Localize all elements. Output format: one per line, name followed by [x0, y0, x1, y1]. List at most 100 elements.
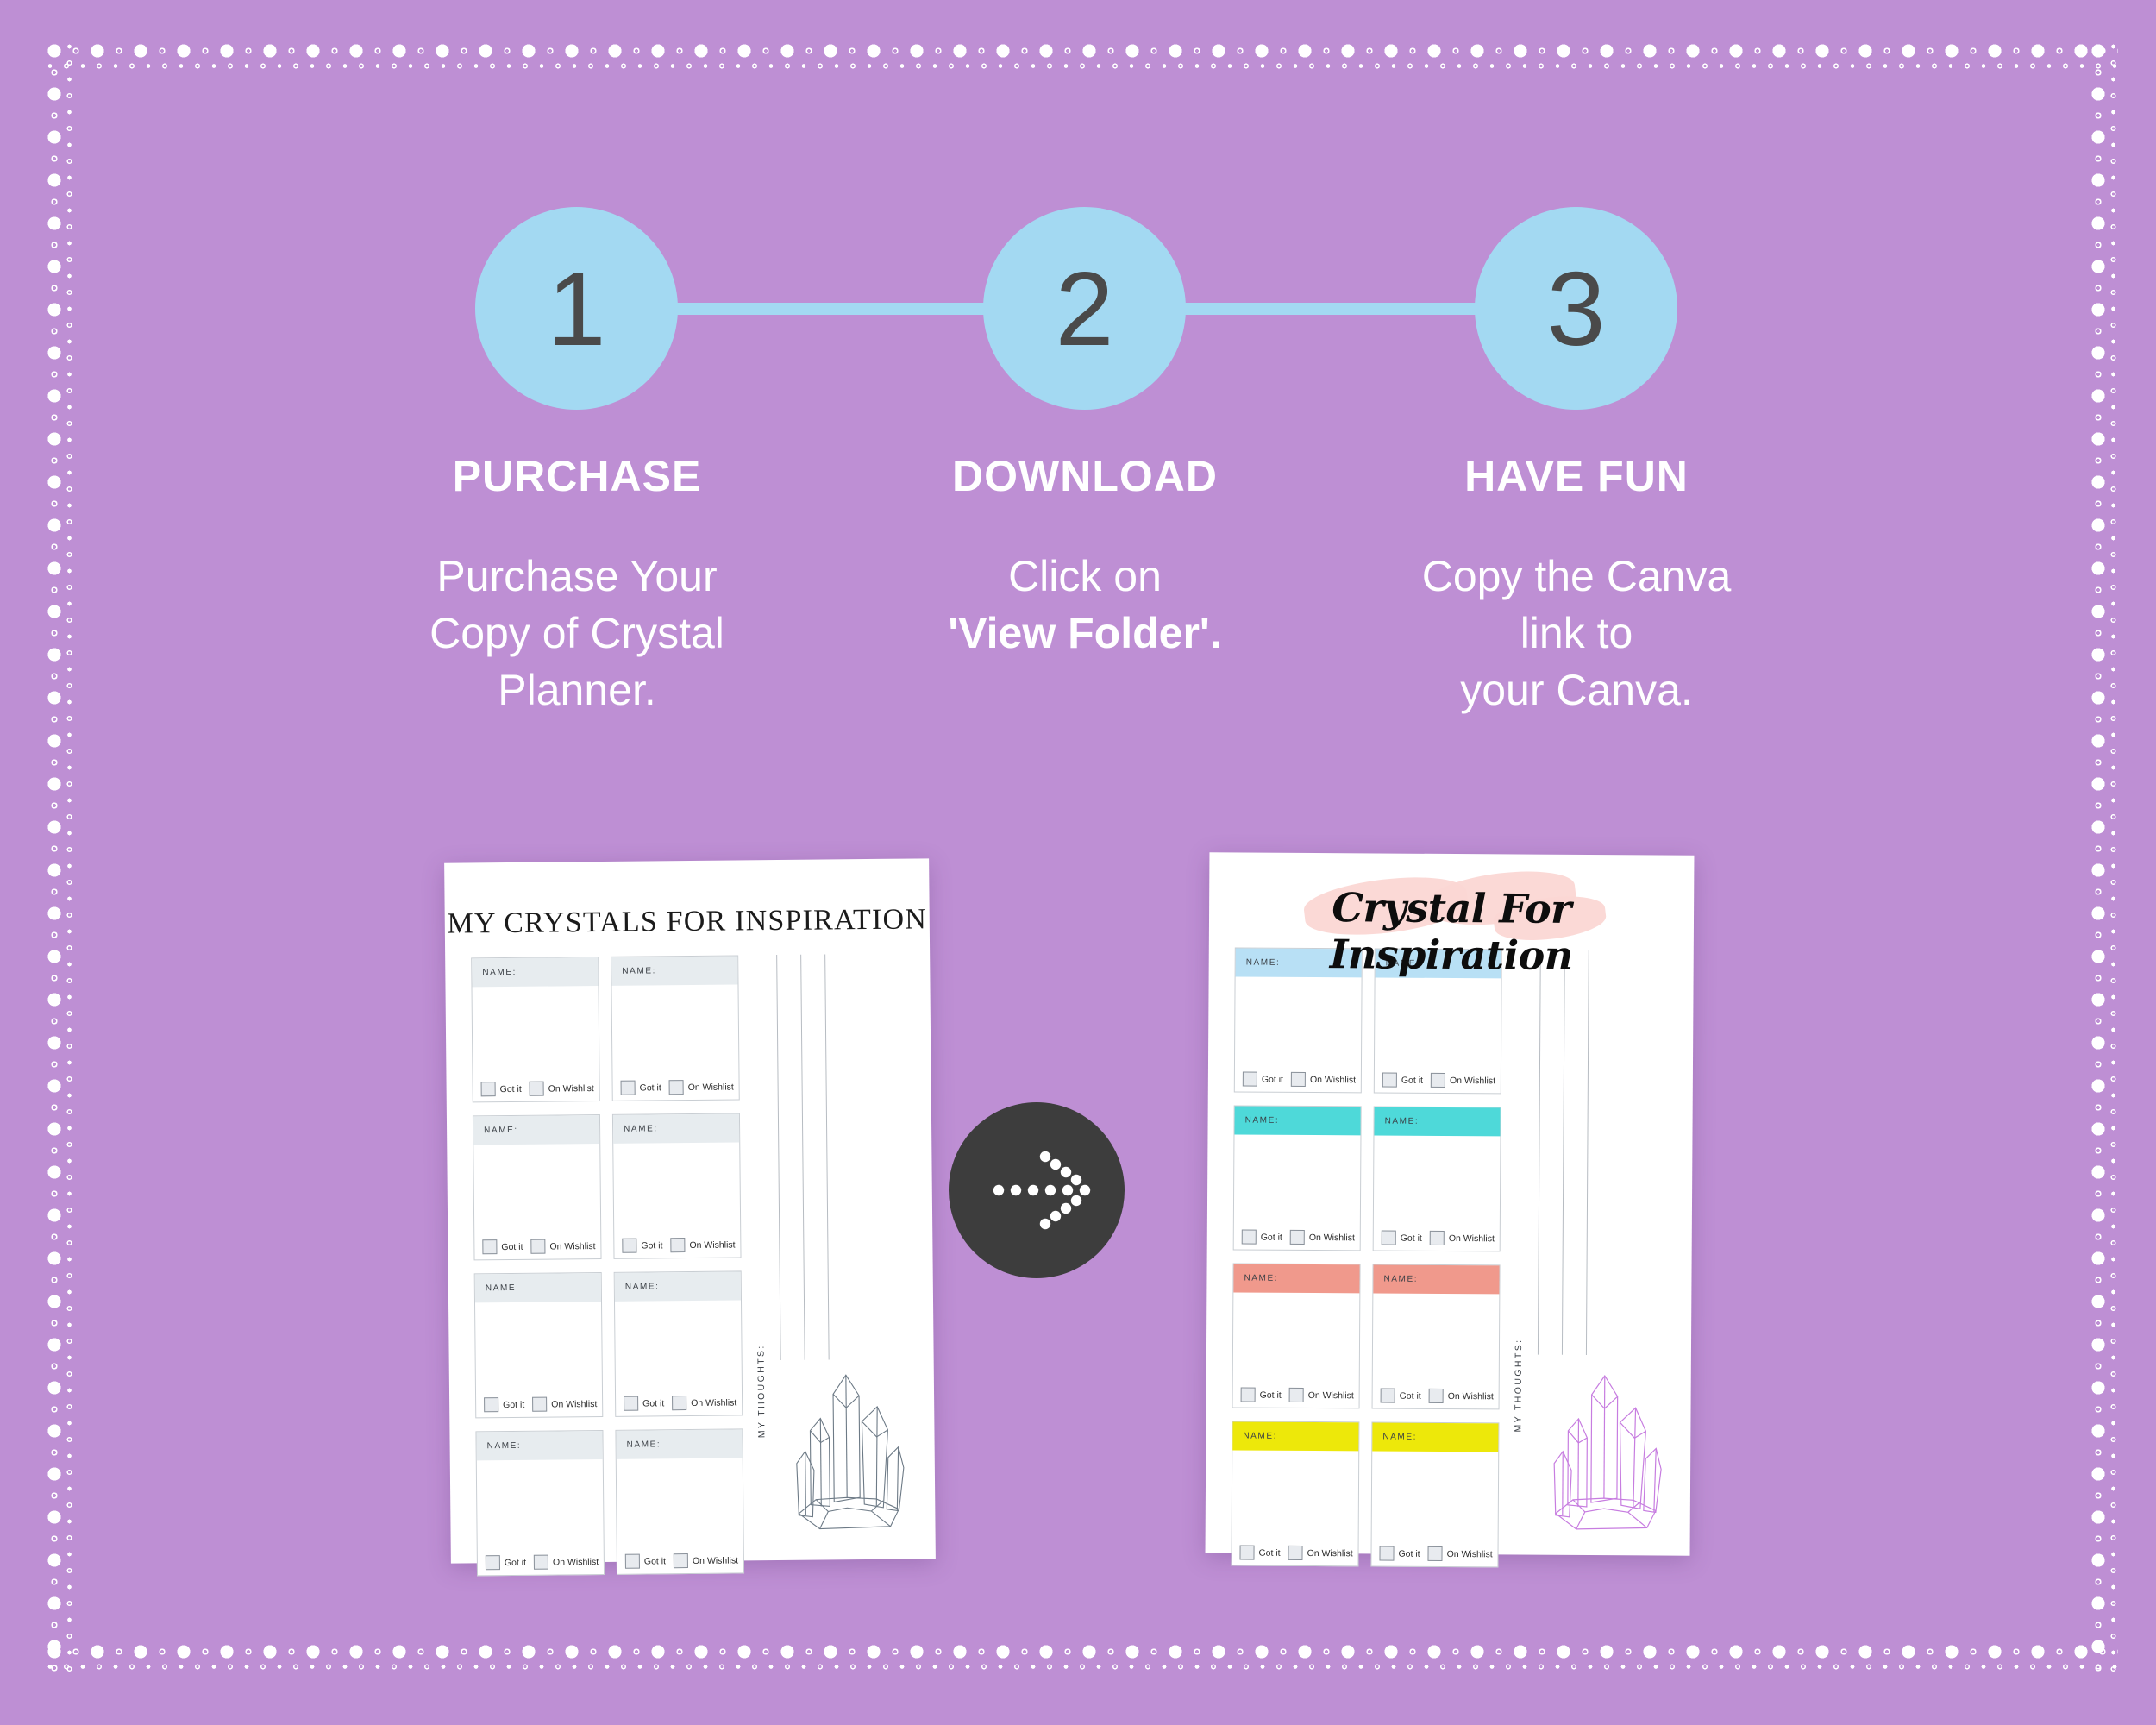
- crystal-card-name-label: NAME:: [1232, 1421, 1359, 1452]
- on-wishlist-label: On Wishlist: [689, 1239, 736, 1251]
- got-it-label: Got it: [1260, 1232, 1282, 1243]
- on-wishlist-checkbox[interactable]: [673, 1553, 689, 1569]
- crystal-card-name-label: NAME:: [611, 956, 738, 986]
- crystal-card[interactable]: NAME: Got it On Wishlist: [1232, 1105, 1362, 1251]
- step-label-purchase: PURCHASE: [452, 452, 702, 500]
- crystal-card[interactable]: NAME: Got it On Wishlist: [475, 1429, 605, 1577]
- got-it-checkbox[interactable]: [485, 1555, 500, 1571]
- crystal-card-checkboxes: Got it On Wishlist: [473, 1081, 599, 1097]
- crystal-card-checkboxes: Got it On Wishlist: [1371, 1546, 1497, 1561]
- on-wishlist-checkbox[interactable]: [670, 1238, 686, 1253]
- crystal-card-checkboxes: Got it On Wishlist: [476, 1396, 602, 1413]
- on-wishlist-label: On Wishlist: [548, 1082, 594, 1095]
- step-description-1: Purchase Your Copy of Crystal Planner.: [353, 548, 801, 718]
- on-wishlist-label: On Wishlist: [1447, 1390, 1494, 1402]
- crystal-card-checkboxes: Got it On Wishlist: [1234, 1229, 1360, 1245]
- on-wishlist-checkbox[interactable]: [1288, 1545, 1303, 1560]
- on-wishlist-checkbox[interactable]: [1289, 1229, 1305, 1245]
- step-1-line-1: Purchase Your: [436, 552, 718, 600]
- crystal-card[interactable]: NAME: Got it On Wishlist: [613, 1270, 743, 1417]
- got-it-checkbox[interactable]: [624, 1553, 640, 1569]
- crystal-card[interactable]: NAME: Got it On Wishlist: [1370, 1421, 1500, 1568]
- crystal-card[interactable]: NAME: Got it On Wishlist: [611, 1113, 742, 1259]
- crystal-card-name-label: NAME:: [612, 1113, 740, 1144]
- my-thoughts-label: MY THOUGHTS:: [1513, 1338, 1525, 1433]
- connector-line-2-3: [1181, 303, 1483, 315]
- on-wishlist-checkbox[interactable]: [1290, 1071, 1307, 1087]
- got-it-label: Got it: [1398, 1548, 1420, 1559]
- on-wishlist-checkbox[interactable]: [1428, 1388, 1444, 1403]
- on-wishlist-checkbox[interactable]: [1429, 1230, 1445, 1245]
- crystal-card-checkboxes: Got it On Wishlist: [1232, 1545, 1357, 1560]
- got-it-checkbox[interactable]: [1240, 1387, 1256, 1402]
- step-2-line-2: 'View Folder'.: [861, 605, 1309, 662]
- got-it-checkbox[interactable]: [1242, 1071, 1257, 1087]
- my-thoughts-label: MY THOUGHTS:: [755, 1344, 768, 1439]
- step-2-line-1: Click on: [1008, 552, 1162, 600]
- on-wishlist-label: On Wishlist: [1307, 1389, 1354, 1401]
- on-wishlist-checkbox[interactable]: [1427, 1546, 1443, 1561]
- on-wishlist-label: On Wishlist: [1307, 1547, 1353, 1559]
- worksheet-after-title: Crystal For Inspiration: [1329, 884, 1573, 979]
- crystal-card-name-label: NAME:: [1234, 1106, 1361, 1136]
- got-it-label: Got it: [504, 1557, 527, 1568]
- dotted-arrow-right-icon: [993, 1151, 1091, 1230]
- on-wishlist-checkbox[interactable]: [533, 1554, 549, 1570]
- thoughts-rule-line-1: [776, 955, 781, 1361]
- crystal-card-name-label: NAME:: [476, 1430, 603, 1461]
- got-it-checkbox[interactable]: [624, 1396, 639, 1411]
- got-it-checkbox[interactable]: [622, 1238, 637, 1253]
- got-it-checkbox[interactable]: [620, 1080, 636, 1095]
- got-it-checkbox[interactable]: [484, 1397, 499, 1413]
- thoughts-rule-line-2: [800, 954, 805, 1360]
- step-3-line-1: Copy the Canva: [1421, 552, 1732, 600]
- crystal-card[interactable]: NAME: Got it On Wishlist: [611, 955, 740, 1101]
- crystal-illustration-gray: [796, 1374, 905, 1530]
- crystal-card[interactable]: NAME: Got it On Wishlist: [1231, 1421, 1360, 1567]
- crystal-card[interactable]: NAME: Got it On Wishlist: [473, 1271, 604, 1419]
- step-3-line-2: link to: [1520, 609, 1633, 657]
- crystal-card-checkboxes: Got it On Wishlist: [613, 1079, 739, 1095]
- step-3-line-3: your Canva.: [1460, 666, 1693, 714]
- on-wishlist-checkbox[interactable]: [1288, 1387, 1304, 1402]
- on-wishlist-label: On Wishlist: [551, 1398, 598, 1410]
- crystal-card[interactable]: NAME: Got it On Wishlist: [472, 1113, 602, 1261]
- worksheet-before-title: MY CRYSTALS FOR INSPIRATION: [447, 903, 928, 940]
- got-it-checkbox[interactable]: [480, 1082, 496, 1097]
- got-it-checkbox[interactable]: [1241, 1229, 1257, 1245]
- crystal-card-name-label: NAME:: [616, 1429, 743, 1459]
- got-it-checkbox[interactable]: [482, 1239, 498, 1255]
- got-it-checkbox[interactable]: [1239, 1545, 1255, 1560]
- got-it-checkbox[interactable]: [1380, 1388, 1395, 1403]
- thoughts-rule-line-3: [824, 954, 830, 1360]
- got-it-checkbox[interactable]: [1379, 1546, 1395, 1561]
- crystal-card[interactable]: NAME: Got it On Wishlist: [1232, 1263, 1361, 1409]
- on-wishlist-checkbox[interactable]: [1430, 1072, 1446, 1088]
- crystal-card[interactable]: NAME: Got it On Wishlist: [1372, 1106, 1501, 1252]
- crystal-card-checkboxes: Got it On Wishlist: [614, 1237, 740, 1253]
- on-wishlist-checkbox[interactable]: [530, 1239, 546, 1254]
- crystal-card[interactable]: NAME: Got it On Wishlist: [615, 1428, 745, 1575]
- thoughts-rule-line-1: [1537, 949, 1541, 1355]
- got-it-checkbox[interactable]: [1382, 1072, 1397, 1088]
- on-wishlist-checkbox[interactable]: [532, 1396, 548, 1412]
- on-wishlist-checkbox[interactable]: [668, 1080, 684, 1095]
- on-wishlist-label: On Wishlist: [687, 1082, 734, 1093]
- crystal-card-checkboxes: Got it On Wishlist: [1375, 1072, 1501, 1088]
- thoughts-rule-line-2: [1561, 949, 1565, 1355]
- crystal-card-name-label: NAME:: [474, 1272, 602, 1303]
- got-it-label: Got it: [501, 1241, 523, 1252]
- got-it-label: Got it: [1401, 1075, 1424, 1086]
- worksheet-before-card-grid: NAME: Got it On Wishlist NAME: Got it On Wish…: [471, 955, 745, 1577]
- step-circle-3: 3: [1475, 207, 1677, 410]
- got-it-checkbox[interactable]: [1381, 1230, 1396, 1245]
- on-wishlist-checkbox[interactable]: [672, 1396, 687, 1411]
- on-wishlist-checkbox[interactable]: [529, 1081, 544, 1096]
- got-it-label: Got it: [1399, 1390, 1421, 1402]
- steps-section: 1 2 3 PURCHASE DOWNLOAD HAVE FUN Purchas…: [0, 0, 2156, 828]
- view-folder-emphasis: 'View Folder'.: [948, 609, 1222, 657]
- crystal-card-name-label: NAME:: [614, 1271, 741, 1302]
- crystal-card[interactable]: NAME: Got it On Wishlist: [471, 957, 600, 1103]
- worksheet-before: MY CRYSTALS FOR INSPIRATION NAME: Got it O…: [444, 858, 936, 1577]
- crystal-card[interactable]: NAME: Got it On Wishlist: [1371, 1264, 1501, 1410]
